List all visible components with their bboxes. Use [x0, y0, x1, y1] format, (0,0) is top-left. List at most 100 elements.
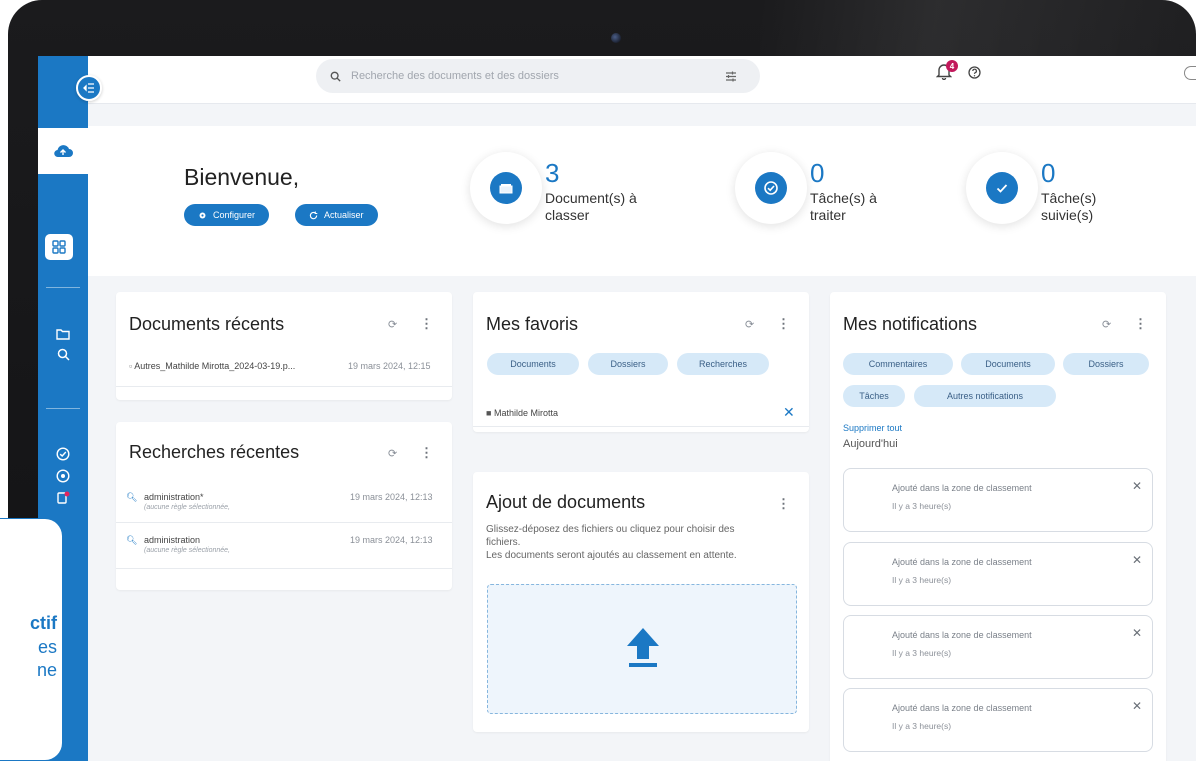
search-icon[interactable]	[38, 346, 88, 362]
more-options-icon[interactable]: ⋮	[777, 316, 790, 332]
notification-item[interactable]: Ajouté dans la zone de classement Il y a…	[843, 688, 1153, 752]
search-query[interactable]: administration*	[144, 492, 204, 502]
refresh-button[interactable]: Actualiser	[295, 204, 378, 226]
top-bar: 4	[76, 56, 1196, 104]
divider	[116, 386, 452, 387]
followed-tasks-icon[interactable]	[966, 152, 1038, 224]
callout-text: ctif	[30, 613, 57, 633]
bezel-reflection	[760, 0, 1196, 60]
help-icon[interactable]	[968, 66, 981, 84]
user-menu-edge[interactable]	[1184, 66, 1196, 80]
dismiss-icon[interactable]: ✕	[1132, 626, 1142, 640]
document-name: Autres_Mathilde Mirotta_2024-03-19.p...	[134, 361, 296, 371]
refresh-icon[interactable]: ⟳	[388, 318, 397, 331]
stat-label: traiter	[810, 207, 846, 223]
favorites-card: Mes favoris ⟳ ⋮ Documents Dossiers Reche…	[473, 292, 809, 432]
configure-label: Configurer	[213, 210, 256, 220]
camera-icon	[611, 33, 621, 43]
filter-chip-comments[interactable]: Commentaires	[843, 353, 953, 375]
upload-description: Les documents seront ajoutés au classeme…	[486, 550, 737, 561]
stat-label: suivie(s)	[1041, 207, 1094, 223]
filter-chip-searches[interactable]: Recherches	[677, 353, 769, 375]
welcome-header: Bienvenue, Configurer Actualiser 3 Docum…	[88, 126, 1196, 276]
search-icon: 🔍︎	[126, 492, 138, 502]
folder-icon[interactable]	[38, 326, 88, 342]
more-options-icon[interactable]: ⋮	[420, 445, 433, 461]
eye-icon[interactable]	[38, 468, 88, 484]
dismiss-icon[interactable]: ✕	[1132, 699, 1142, 713]
search-query[interactable]: administration	[144, 535, 200, 545]
more-options-icon[interactable]: ⋮	[777, 496, 790, 512]
refresh-icon[interactable]: ⟳	[1102, 318, 1111, 331]
check-circle-icon[interactable]	[38, 446, 88, 462]
dashboard-icon[interactable]	[45, 234, 73, 260]
card-title: Documents récents	[129, 314, 285, 334]
today-heading: Aujourd'hui	[843, 438, 898, 450]
app-screen: 4 Bienvenue, Configurer Actualiser	[38, 56, 1196, 761]
folder-icon: ■	[486, 408, 492, 418]
filter-icon[interactable]	[725, 71, 737, 82]
filter-chip-documents[interactable]: Documents	[961, 353, 1055, 375]
more-options-icon[interactable]: ⋮	[1134, 316, 1147, 332]
remove-favorite-icon[interactable]: ✕	[783, 404, 795, 421]
stat-value: 0	[1041, 158, 1056, 188]
gear-icon	[198, 211, 207, 220]
more-options-icon[interactable]: ⋮	[420, 316, 433, 332]
refresh-label: Actualiser	[324, 210, 364, 220]
favorite-name: Mathilde Mirotta	[493, 408, 558, 418]
search-bar[interactable]	[316, 59, 760, 93]
upload-description: Glissez-déposez des fichiers ou cliquez …	[486, 524, 735, 535]
card-title: Ajout de documents	[486, 492, 646, 512]
tasks-to-process-icon[interactable]	[735, 152, 807, 224]
notification-time: Il y a 3 heure(s)	[892, 575, 952, 585]
notification-time: Il y a 3 heure(s)	[892, 721, 952, 731]
filter-chip-tasks[interactable]: Tâches	[843, 385, 905, 407]
search-input[interactable]	[351, 70, 711, 82]
notification-title: Ajouté dans la zone de classement	[892, 557, 1032, 567]
notification-item[interactable]: Ajouté dans la zone de classement Il y a…	[843, 615, 1153, 679]
stat-label: Document(s) à	[545, 190, 637, 206]
filter-chip-folders[interactable]: Dossiers	[1063, 353, 1149, 375]
card-title: Recherches récentes	[129, 442, 300, 462]
recent-documents-card: Documents récents ⟳ ⋮ ▫ Autres_Mathilde …	[116, 292, 452, 400]
upload-arrow-icon	[626, 627, 660, 674]
file-dropzone[interactable]	[487, 584, 797, 714]
search-rule: (aucune règle sélectionnée,	[144, 504, 231, 511]
search-icon: 🔍︎	[126, 535, 138, 545]
divider	[473, 426, 809, 427]
filter-chip-folders[interactable]: Dossiers	[588, 353, 668, 375]
documents-to-classify-icon[interactable]	[470, 152, 542, 224]
dismiss-icon[interactable]: ✕	[1132, 479, 1142, 493]
sidebar-divider	[46, 287, 80, 288]
filter-chip-other[interactable]: Autres notifications	[914, 385, 1056, 407]
clear-all-link[interactable]: Supprimer tout	[843, 423, 902, 433]
notification-time: Il y a 3 heure(s)	[892, 648, 952, 658]
favorite-item[interactable]: ■ Mathilde Mirotta	[486, 408, 558, 418]
sidebar-divider	[46, 408, 80, 409]
configure-button[interactable]: Configurer	[184, 204, 270, 226]
search-date: 19 mars 2024, 12:13	[350, 492, 433, 502]
stat-label: classer	[545, 207, 590, 223]
dismiss-icon[interactable]: ✕	[1132, 553, 1142, 567]
divider	[116, 568, 452, 569]
notification-item[interactable]: Ajouté dans la zone de classement Il y a…	[843, 542, 1153, 606]
list-item[interactable]: ▫ Autres_Mathilde Mirotta_2024-03-19.p..…	[129, 361, 295, 371]
refresh-icon[interactable]: ⟳	[388, 447, 397, 460]
card-title: Mes notifications	[843, 314, 978, 334]
card-title: Mes favoris	[486, 314, 579, 334]
menu-collapse-icon[interactable]	[76, 75, 102, 101]
filter-chip-documents[interactable]: Documents	[487, 353, 579, 375]
recent-searches-card: Recherches récentes ⟳ ⋮ 🔍︎ administratio…	[116, 422, 452, 590]
notification-time: Il y a 3 heure(s)	[892, 501, 952, 511]
refresh-icon[interactable]: ⟳	[745, 318, 754, 331]
notification-item[interactable]: Ajouté dans la zone de classement Il y a…	[843, 468, 1153, 532]
divider	[116, 522, 452, 523]
refresh-icon	[309, 210, 318, 220]
cloud-logo-icon[interactable]	[38, 128, 88, 174]
upload-card: Ajout de documents ⋮ Glissez-déposez des…	[473, 472, 809, 732]
notifications-card: Mes notifications ⟳ ⋮ Commentaires Docum…	[830, 292, 1166, 761]
callout-text: ne	[36, 660, 57, 680]
document-alert-icon[interactable]	[38, 490, 88, 506]
search-icon	[330, 71, 341, 82]
file-icon: ▫	[129, 361, 133, 371]
